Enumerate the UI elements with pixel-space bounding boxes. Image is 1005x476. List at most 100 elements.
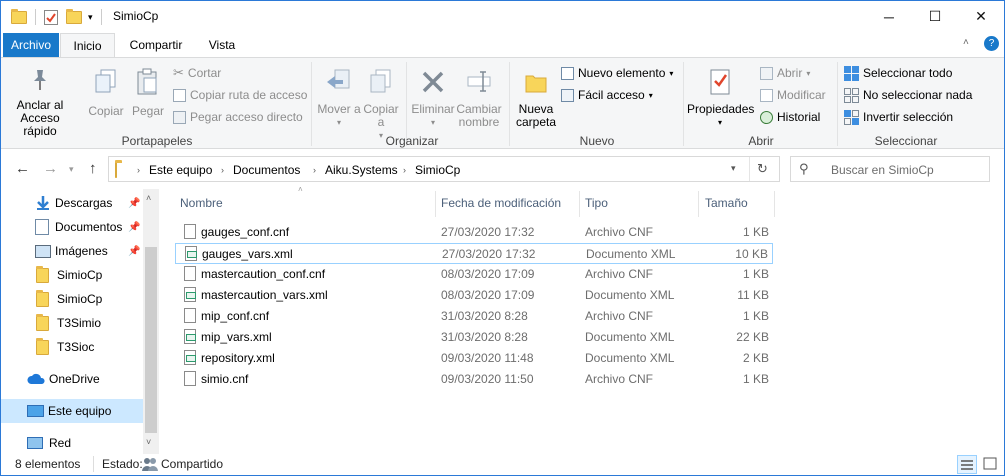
nav-item-label: T3Simio	[57, 316, 102, 330]
nav-item-imagenes[interactable]: Imágenes 📌	[1, 239, 143, 263]
tab-inicio[interactable]: Inicio	[60, 33, 115, 58]
close-button[interactable]: ✕	[958, 1, 1004, 32]
move-to-button[interactable]: Mover a ▾	[317, 68, 361, 129]
breadcrumb-aiku-systems[interactable]: Aiku.Systems	[325, 163, 398, 177]
minimize-button[interactable]: ─	[866, 1, 912, 32]
chevron-right-icon: ›	[137, 165, 140, 175]
file-row[interactable]: mastercaution_vars.xml 08/03/2020 17:09 Do…	[175, 285, 773, 306]
new-folder-qat-icon[interactable]	[66, 8, 82, 24]
status-bar: 8 elementos Estado: Compartido	[1, 454, 1004, 475]
select-none-label: No seleccionar nada	[863, 88, 973, 102]
nav-scrollbar[interactable]: ˄ ˅	[143, 189, 159, 454]
up-arrow-icon[interactable]: ↑	[89, 160, 97, 177]
file-row[interactable]: mip_conf.cnf 31/03/2020 8:28 Archivo CNF 1 …	[175, 306, 773, 327]
details-view-icon[interactable]	[957, 455, 977, 474]
nav-item-documentos[interactable]: Documentos 📌	[1, 215, 143, 239]
nav-item-red[interactable]: Red	[1, 431, 143, 455]
open-icon	[760, 66, 773, 80]
folder-icon	[115, 162, 117, 178]
copy-button[interactable]: Copiar	[87, 68, 125, 118]
edit-button[interactable]: Modificar	[760, 86, 826, 104]
nav-item-descargas[interactable]: Descargas 📌	[1, 191, 143, 215]
column-header-type[interactable]: Tipo	[585, 191, 695, 217]
pin-quick-access-button[interactable]: Anclar al Acceso rápido	[7, 68, 73, 138]
invert-selection-button[interactable]: Invertir selección	[844, 108, 953, 126]
file-row[interactable]: simio.cnf 09/03/2020 11:50 Archivo CNF 1 KB	[175, 369, 773, 390]
qat-dropdown-icon[interactable]: ▾	[88, 12, 93, 23]
file-size: 22 KB	[736, 330, 769, 344]
column-separator[interactable]	[579, 191, 580, 217]
back-arrow-icon[interactable]: ←	[15, 160, 30, 177]
search-box[interactable]: ⚲ Buscar en SimioCp	[790, 156, 990, 182]
column-separator[interactable]	[698, 191, 699, 217]
column-separator[interactable]	[774, 191, 775, 217]
tab-vista[interactable]: Vista	[197, 33, 247, 57]
copy-label: Copiar	[88, 104, 124, 118]
copy-path-button[interactable]: Copiar ruta de acceso	[173, 86, 307, 104]
new-item-icon	[561, 66, 574, 80]
nav-item-onedrive[interactable]: OneDrive	[1, 367, 143, 391]
file-type: Archivo CNF	[585, 372, 654, 386]
nav-item-simiocp-2[interactable]: SimioCp	[1, 287, 143, 311]
column-header-size[interactable]: Tamaño	[705, 191, 771, 217]
properties-qat-icon[interactable]	[44, 9, 58, 25]
chevron-down-icon[interactable]: ▾	[731, 163, 736, 174]
title-bar: ▾ SimioCp ─ ☐ ✕	[1, 1, 1004, 32]
easy-access-button[interactable]: Fácil acceso ▾	[561, 86, 653, 104]
file-row[interactable]: mip_vars.xml 31/03/2020 8:28 Documento XML…	[175, 327, 773, 348]
open-button[interactable]: Abrir ▾	[760, 64, 810, 82]
maximize-button[interactable]: ☐	[912, 1, 958, 32]
paste-shortcut-button[interactable]: Pegar acceso directo	[173, 108, 303, 126]
new-folder-button[interactable]: Nueva carpeta	[513, 68, 559, 129]
tab-compartir[interactable]: Compartir	[121, 33, 191, 57]
file-size: 1 KB	[742, 267, 769, 281]
pin-icon: 📌	[128, 197, 141, 209]
file-row[interactable]: gauges_vars.xml 27/03/2020 17:32 Documento…	[175, 243, 773, 264]
new-folder-icon	[525, 75, 547, 93]
file-row[interactable]: gauges_conf.cnf 27/03/2020 17:32 Archivo C…	[175, 222, 773, 243]
file-row[interactable]: mastercaution_conf.cnf 08/03/2020 17:09 Ar…	[175, 264, 773, 285]
column-separator[interactable]	[435, 191, 436, 217]
xml-file-icon	[185, 246, 197, 261]
select-all-button[interactable]: Seleccionar todo	[844, 64, 952, 82]
nav-item-este-equipo[interactable]: Este equipo	[1, 399, 143, 423]
new-item-button[interactable]: Nuevo elemento ▾	[561, 64, 673, 82]
refresh-icon[interactable]: ↻	[757, 161, 768, 177]
history-button[interactable]: Historial	[760, 108, 820, 126]
breadcrumb-este-equipo[interactable]: Este equipo	[149, 163, 212, 177]
nav-item-simiocp-1[interactable]: SimioCp	[1, 263, 143, 287]
file-name: repository.xml	[201, 351, 275, 365]
address-bar[interactable]: › Este equipo › Documentos › Aiku.System…	[108, 156, 780, 182]
chevron-right-icon: ›	[221, 165, 224, 175]
column-header-name[interactable]: Nombre	[180, 191, 436, 217]
copy-to-icon	[370, 69, 391, 93]
column-header-date[interactable]: Fecha de modificación	[441, 191, 577, 217]
recent-locations-icon[interactable]: ▾	[69, 164, 74, 175]
cut-button[interactable]: ✂ Cortar	[173, 64, 221, 82]
scrollbar-thumb[interactable]	[145, 247, 157, 433]
group-label-seleccionar: Seleccionar	[874, 134, 938, 148]
delete-button[interactable]: Eliminar ▾	[409, 68, 457, 129]
properties-button[interactable]: Propiedades ▾	[687, 68, 754, 129]
copy-to-button[interactable]: Copiar a ▾	[361, 68, 401, 142]
help-icon[interactable]: ?	[984, 36, 999, 51]
large-icons-view-icon[interactable]	[981, 455, 1001, 474]
nav-item-t3sioc[interactable]: T3Sioc	[1, 335, 143, 359]
scroll-down-icon[interactable]: ˅	[146, 437, 151, 447]
nav-item-t3simio[interactable]: T3Simio	[1, 311, 143, 335]
ribbon-tabs: Archivo Inicio Compartir Vista ˄ ?	[1, 33, 1004, 58]
file-row[interactable]: repository.xml 09/03/2020 11:48 Documento …	[175, 348, 773, 369]
paste-icon	[137, 68, 157, 95]
separator	[100, 9, 102, 25]
breadcrumb-documentos[interactable]: Documentos	[233, 163, 300, 177]
collapse-ribbon-icon[interactable]: ˄	[963, 37, 969, 48]
tab-archivo[interactable]: Archivo	[3, 33, 59, 57]
file-name: gauges_vars.xml	[202, 247, 293, 261]
scroll-up-icon[interactable]: ˄	[146, 193, 151, 203]
select-none-button[interactable]: No seleccionar nada	[844, 86, 972, 104]
paste-shortcut-icon	[173, 110, 186, 124]
breadcrumb-simiocp[interactable]: SimioCp	[415, 163, 460, 177]
forward-arrow-icon[interactable]: →	[43, 160, 58, 177]
paste-button[interactable]: Pegar	[130, 68, 166, 118]
rename-button[interactable]: Cambiar nombre	[456, 68, 502, 129]
